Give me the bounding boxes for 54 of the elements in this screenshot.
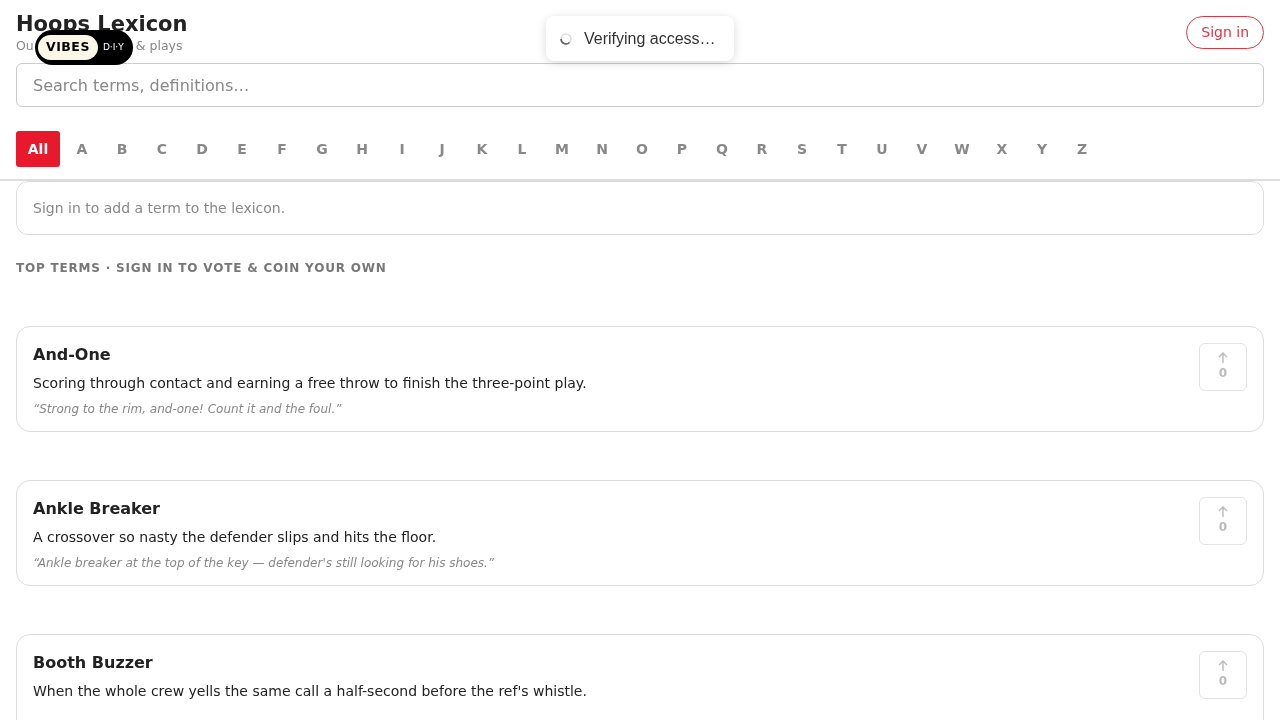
sign-in-button[interactable]: Sign in: [1186, 16, 1264, 49]
letter-filter[interactable]: S: [782, 131, 822, 168]
letter-filter[interactable]: All: [16, 131, 60, 168]
badge-label: D·I·Y: [101, 40, 125, 54]
letter-filter[interactable]: L: [502, 131, 542, 168]
vote-count: 0: [1218, 519, 1228, 537]
letter-filter[interactable]: J: [422, 131, 462, 168]
toast-message: Verifying access…: [584, 28, 716, 49]
upvote-button[interactable]: 0: [1199, 497, 1247, 546]
letter-filter[interactable]: O: [622, 131, 662, 168]
term-example: “Strong to the rim, and-one! Count it and the foul.”: [33, 401, 343, 419]
letter-filter[interactable]: Q: [702, 131, 742, 168]
letter-filter[interactable]: U: [862, 131, 902, 168]
arrow-up-icon: [1218, 660, 1228, 673]
letter-filter[interactable]: Z: [1062, 131, 1102, 168]
upvote-button[interactable]: 0: [1199, 343, 1247, 392]
letter-filter[interactable]: K: [462, 131, 502, 168]
letter-filter[interactable]: B: [102, 131, 142, 168]
vote-count: 0: [1218, 365, 1228, 383]
letter-filter[interactable]: G: [302, 131, 342, 168]
letter-filter[interactable]: X: [982, 131, 1022, 168]
arrow-up-icon: [1218, 352, 1228, 365]
section-label: TOP TERMS · SIGN IN TO VOTE & COIN YOUR OWN: [16, 260, 388, 278]
term-name: Booth Buzzer: [33, 652, 154, 675]
upvote-button[interactable]: 0: [1199, 651, 1247, 700]
term-definition: When the whole crew yells the same call a half-second before the ref's whistle.: [33, 682, 588, 702]
subtitle-text: Ou: [16, 38, 34, 54]
sign-in-notice: Sign in to add a term to the lexicon.: [16, 181, 1264, 236]
term-definition: Scoring through contact and earning a free throw to finish the three-point play.: [33, 374, 588, 394]
letter-filter[interactable]: F: [262, 131, 302, 168]
letter-filter[interactable]: N: [582, 131, 622, 168]
letter-filter[interactable]: M: [542, 131, 582, 168]
letter-filter[interactable]: H: [342, 131, 382, 168]
arrow-up-icon: [1218, 506, 1228, 519]
letter-filter[interactable]: V: [902, 131, 942, 168]
letter-filter[interactable]: W: [942, 131, 982, 168]
spinner-icon: [560, 32, 572, 45]
term-definition: A crossover so nasty the defender slips and hits the floor.: [33, 528, 438, 548]
letter-filter[interactable]: I: [382, 131, 422, 168]
letter-filter[interactable]: Y: [1022, 131, 1062, 168]
term-example: “Ankle breaker at the top of the key — defender's still looking for his shoes.”: [33, 555, 496, 573]
badge-label: VIBES: [38, 35, 98, 61]
letter-filter[interactable]: A: [62, 131, 102, 168]
search-field[interactable]: Search terms, definitions…: [16, 63, 1264, 108]
subtitle-text: & plays: [135, 38, 183, 54]
vote-count: 0: [1218, 673, 1228, 691]
letter-filter[interactable]: D: [182, 131, 222, 168]
letter-filter[interactable]: C: [142, 131, 182, 168]
term-name: And-One: [33, 344, 112, 367]
letter-filter[interactable]: P: [662, 131, 702, 168]
letter-filter[interactable]: E: [222, 131, 262, 168]
term-name: Ankle Breaker: [33, 498, 161, 521]
letter-filter[interactable]: T: [822, 131, 862, 168]
letter-filter[interactable]: R: [742, 131, 782, 168]
